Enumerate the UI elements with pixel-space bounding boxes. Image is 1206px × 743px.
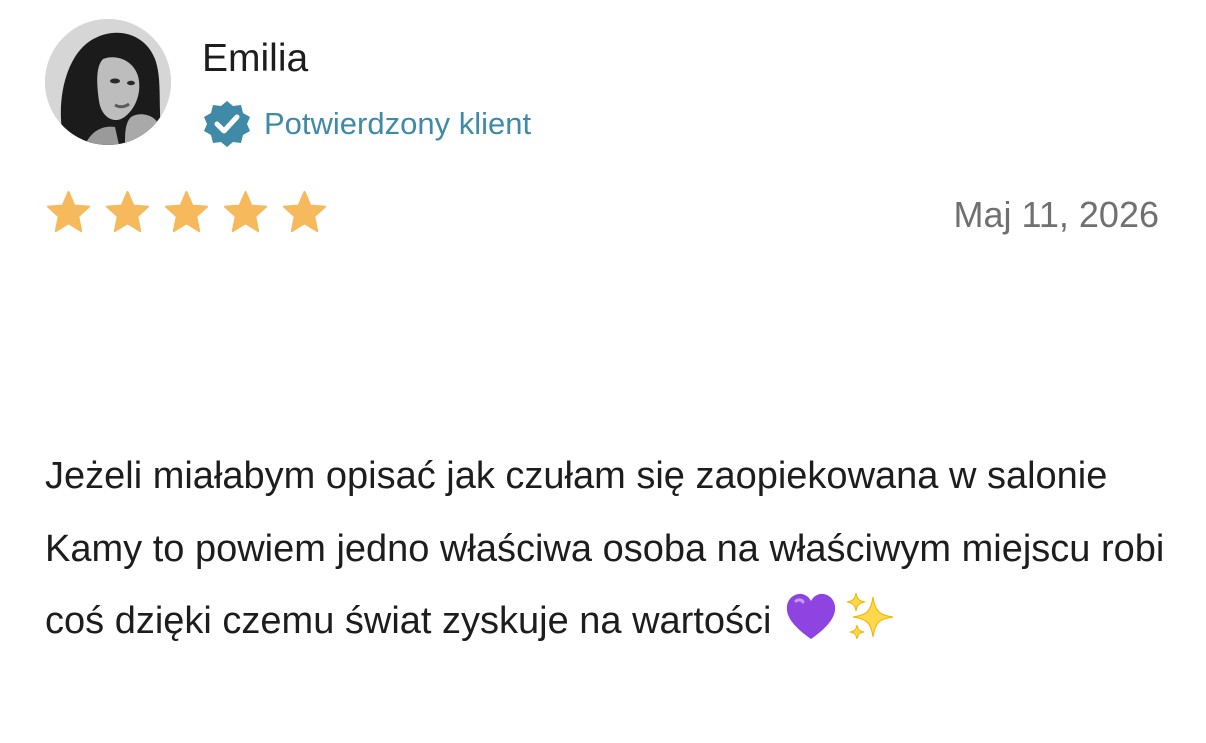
review-text-container: Jeżeli miałabym opisać jak czułam się za…	[45, 440, 1175, 658]
profile-photo-icon	[45, 19, 171, 145]
avatar[interactable]	[45, 19, 171, 145]
reviewer-name: Emilia	[202, 37, 309, 80]
purple-heart-icon	[787, 593, 836, 639]
star-icon	[223, 190, 268, 233]
review-date: Maj 11, 2026	[953, 194, 1159, 235]
sparkles-icon	[847, 592, 894, 640]
verified-check-icon	[204, 101, 250, 147]
review-emojis	[783, 589, 903, 645]
star-icon	[164, 190, 209, 233]
review-text: Jeżeli miałabym opisać jak czułam się za…	[45, 455, 1165, 642]
star-icon	[282, 190, 327, 233]
verified-label: Potwierdzony klient	[264, 106, 532, 141]
star-icon	[105, 190, 150, 233]
star-icon	[46, 190, 91, 233]
star-rating	[45, 189, 340, 236]
verified-client-badge: Potwierdzony klient	[202, 99, 531, 149]
